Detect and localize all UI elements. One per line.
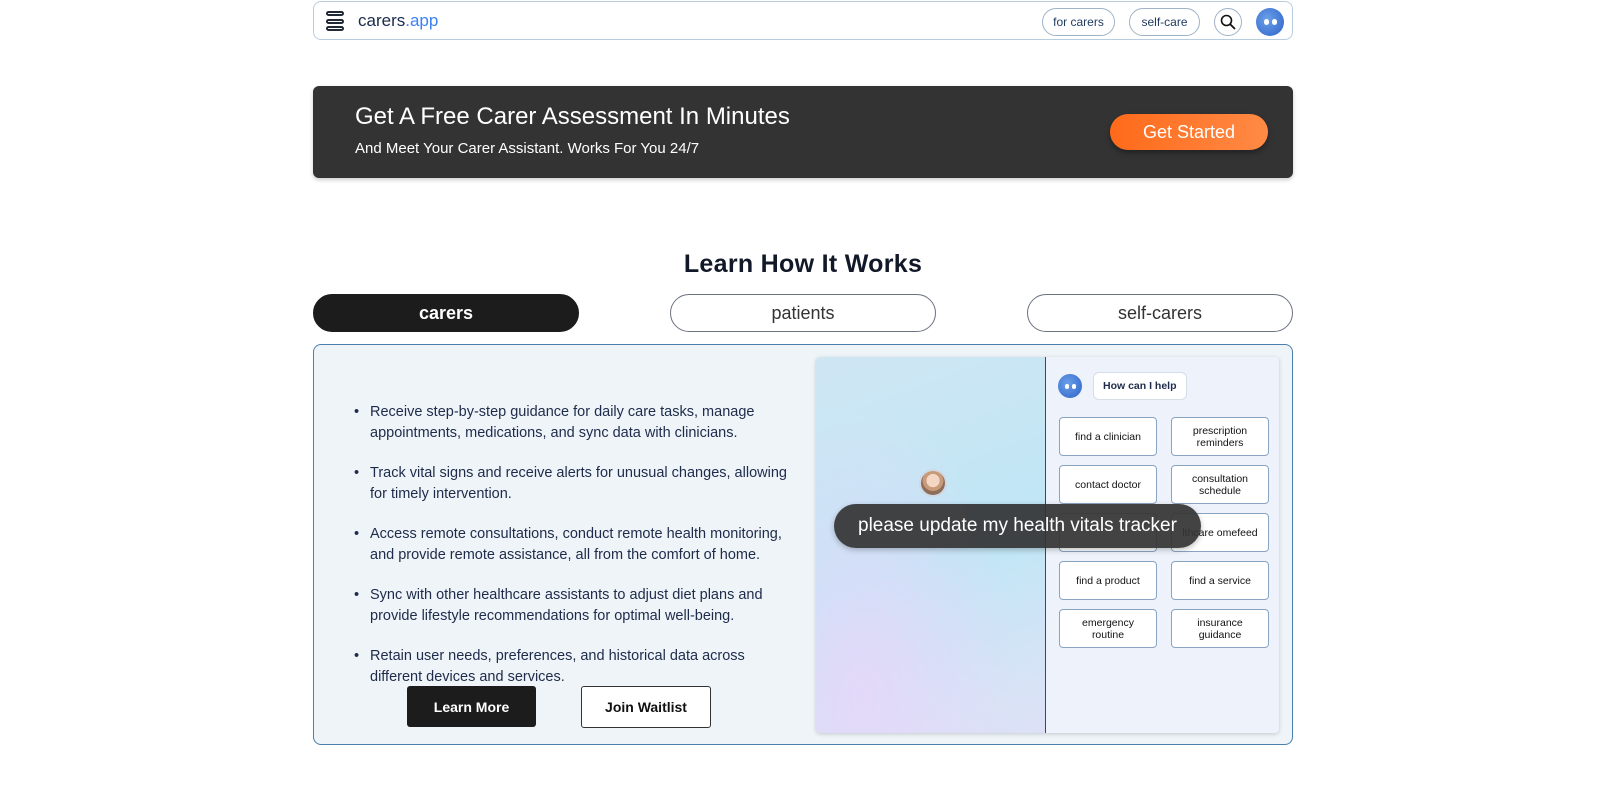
help-bubble: How can I help bbox=[1093, 372, 1187, 400]
tab-carers[interactable]: carers bbox=[313, 294, 579, 332]
tab-patients[interactable]: patients bbox=[670, 294, 936, 332]
feature-item: Sync with other healthcare assistants to… bbox=[354, 585, 794, 627]
chip-find-clinician[interactable]: find a clinician bbox=[1059, 417, 1157, 456]
logo[interactable]: carers.app bbox=[358, 11, 438, 31]
self-care-link[interactable]: self-care bbox=[1129, 8, 1200, 36]
assistant-bot-icon bbox=[1058, 374, 1082, 398]
chip-find-service[interactable]: find a service bbox=[1171, 561, 1269, 600]
chip-consultation-schedule[interactable]: consultation schedule bbox=[1171, 465, 1269, 504]
get-started-button[interactable]: Get Started bbox=[1110, 114, 1268, 150]
feature-item: Receive step-by-step guidance for daily … bbox=[354, 402, 794, 444]
search-button[interactable] bbox=[1214, 8, 1242, 36]
section-title: Learn How It Works bbox=[683, 250, 923, 278]
chip-insurance-guidance[interactable]: insurance guidance bbox=[1171, 609, 1269, 648]
tab-self-carers[interactable]: self-carers bbox=[1027, 294, 1293, 332]
search-icon bbox=[1220, 14, 1236, 30]
assistant-avatar-icon[interactable] bbox=[1256, 8, 1284, 36]
chip-prescription-reminders[interactable]: prescription reminders bbox=[1171, 417, 1269, 456]
learn-more-button[interactable]: Learn More bbox=[407, 686, 536, 727]
feature-item: Track vital signs and receive alerts for… bbox=[354, 463, 794, 505]
user-avatar bbox=[919, 469, 947, 497]
chip-contact-doctor[interactable]: contact doctor bbox=[1059, 465, 1157, 504]
logo-accent: .app bbox=[405, 11, 439, 30]
chip-find-product[interactable]: find a product bbox=[1059, 561, 1157, 600]
chip-emergency-routine[interactable]: emergency routine bbox=[1059, 609, 1157, 648]
for-carers-link[interactable]: for carers bbox=[1042, 8, 1115, 36]
banner-subtitle: And Meet Your Carer Assistant. Works For… bbox=[355, 140, 700, 157]
assistant-demo: How can I help find a clinician prescrip… bbox=[816, 357, 1279, 733]
feature-item: Access remote consultations, conduct rem… bbox=[354, 524, 794, 566]
join-waitlist-button[interactable]: Join Waitlist bbox=[581, 686, 711, 728]
top-nav: carers.app for carers self-care bbox=[313, 1, 1293, 40]
banner-title: Get A Free Carer Assessment In Minutes bbox=[355, 103, 790, 130]
assessment-banner: Get A Free Carer Assessment In Minutes A… bbox=[313, 86, 1293, 178]
feature-item: Retain user needs, preferences, and hist… bbox=[354, 646, 794, 688]
user-prompt-bubble: please update my health vitals tracker bbox=[834, 504, 1201, 548]
logo-main: carers bbox=[358, 11, 406, 30]
feature-list: Receive step-by-step guidance for daily … bbox=[354, 402, 794, 707]
how-it-works-panel: Receive step-by-step guidance for daily … bbox=[313, 344, 1293, 745]
menu-icon[interactable] bbox=[326, 11, 344, 31]
